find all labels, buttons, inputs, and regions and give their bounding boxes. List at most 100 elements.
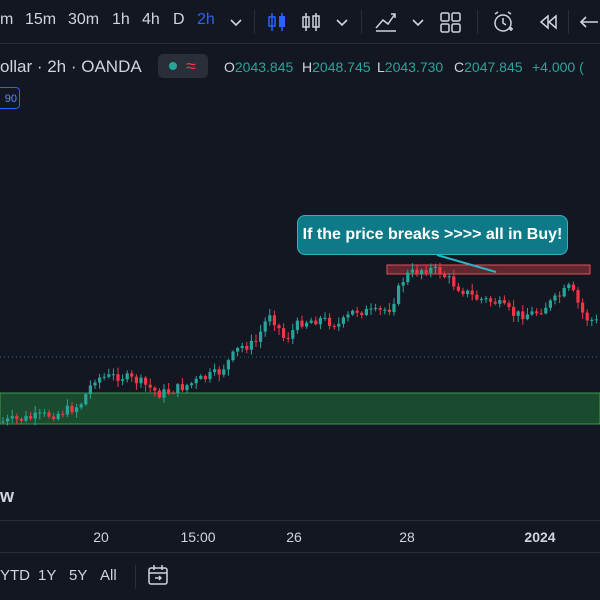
annotation-callout[interactable]: If the price breaks >>>> all in Buy! — [297, 215, 568, 255]
candle-body — [70, 405, 74, 413]
calendar-goto-icon[interactable] — [144, 561, 172, 589]
candle-body — [111, 374, 115, 376]
candle-body — [1, 421, 5, 423]
candle-body — [351, 310, 355, 315]
wave-icon: ≈ — [186, 56, 196, 76]
candle-body — [383, 309, 387, 311]
high-value: 2048.745 — [312, 59, 371, 75]
candle-body — [489, 298, 493, 302]
candle-body — [52, 416, 56, 419]
layout-grid-icon[interactable] — [436, 8, 464, 36]
candle-body — [153, 387, 157, 391]
candle-body — [309, 320, 313, 323]
time-label: 2024 — [524, 529, 556, 545]
chart-pane[interactable] — [0, 44, 600, 520]
candle-body — [429, 267, 433, 273]
candle-body — [213, 369, 217, 373]
candle-body — [162, 389, 166, 398]
candle-body — [332, 325, 336, 327]
low-label: L — [377, 59, 385, 75]
candle-body — [245, 345, 249, 350]
range-1y-button[interactable]: 1Y — [38, 567, 56, 584]
status-indicator[interactable]: ≈ — [158, 54, 208, 78]
candle-body — [107, 374, 111, 377]
candle-body — [226, 360, 230, 370]
candle-body — [438, 267, 442, 275]
timeframe-4h[interactable]: 4h — [142, 11, 160, 29]
timeframe-2h[interactable]: 2h — [197, 11, 215, 29]
ohlc-open: O2043.845 — [224, 59, 293, 75]
candle-body — [203, 376, 207, 380]
toolbar-divider — [361, 10, 362, 34]
candle-body — [369, 308, 373, 310]
candle-body — [130, 373, 134, 377]
market-open-dot — [169, 62, 177, 70]
candle-body — [199, 376, 203, 379]
candle-body — [291, 330, 295, 339]
indicator-badge[interactable]: 90 — [0, 87, 20, 109]
candle-body — [47, 412, 51, 417]
candle-body — [456, 286, 460, 291]
candle-body — [88, 385, 92, 395]
candle-body — [539, 313, 543, 315]
candle-body — [535, 311, 539, 314]
bars-icon[interactable] — [297, 8, 325, 36]
candles-icon[interactable] — [263, 8, 291, 36]
candle-body — [176, 384, 180, 394]
candle-body — [144, 377, 148, 385]
range-ytd-button[interactable]: YTD — [0, 567, 30, 584]
symbol-title[interactable]: ollar · 2h · OANDA — [0, 57, 142, 77]
candlestick-chart[interactable] — [0, 44, 600, 520]
candle-body — [401, 282, 405, 286]
time-label: 15:00 — [180, 529, 216, 545]
indicators-icon[interactable] — [372, 8, 400, 36]
watermark-text: w — [0, 486, 15, 506]
candle-body — [502, 300, 506, 304]
candle-body — [282, 328, 286, 338]
chevron-down-icon[interactable] — [404, 8, 432, 36]
candle-body — [318, 318, 322, 325]
candle-body — [498, 300, 502, 304]
timeframe-15m[interactable]: 15m — [25, 11, 56, 29]
candle-body — [364, 308, 368, 316]
candle-body — [558, 295, 562, 297]
candle-body — [567, 284, 571, 288]
chevron-down-icon[interactable] — [222, 8, 250, 36]
candle-body — [121, 379, 125, 381]
candle-body — [15, 416, 19, 419]
candle-body — [102, 376, 106, 378]
timeframe-m[interactable]: m — [0, 11, 13, 29]
candle-body — [314, 320, 318, 325]
candle-body — [512, 306, 516, 316]
candle-body — [452, 276, 456, 287]
candle-body — [594, 319, 598, 321]
candle-body — [355, 310, 359, 313]
candle-body — [240, 345, 244, 349]
candle-body — [134, 376, 138, 384]
candle-body — [374, 308, 378, 310]
candle-body — [268, 315, 272, 322]
range-5y-button[interactable]: 5Y — [69, 567, 87, 584]
candle-body — [323, 317, 327, 319]
candle-body — [475, 294, 479, 300]
replay-icon[interactable] — [534, 8, 562, 36]
timeframe-d[interactable]: D — [173, 11, 185, 29]
candle-body — [84, 394, 88, 405]
alert-clock-icon[interactable] — [489, 8, 517, 36]
candle-body — [305, 322, 309, 327]
candle-body — [277, 325, 281, 329]
range-all-button[interactable]: All — [100, 567, 117, 584]
candle-body — [337, 323, 341, 327]
undo-icon[interactable] — [576, 8, 600, 36]
chevron-down-icon[interactable] — [328, 8, 356, 36]
timeframe-30m[interactable]: 30m — [68, 11, 99, 29]
timeframe-1h[interactable]: 1h — [112, 11, 130, 29]
candle-body — [300, 320, 304, 327]
candle-body — [410, 269, 414, 273]
candle-body — [56, 413, 60, 419]
candle-body — [341, 317, 345, 324]
candle-body — [75, 407, 79, 413]
open-label: O — [224, 59, 235, 75]
candle-body — [61, 413, 65, 415]
time-axis[interactable]: 20 15:00 26 28 2024 — [0, 520, 600, 552]
